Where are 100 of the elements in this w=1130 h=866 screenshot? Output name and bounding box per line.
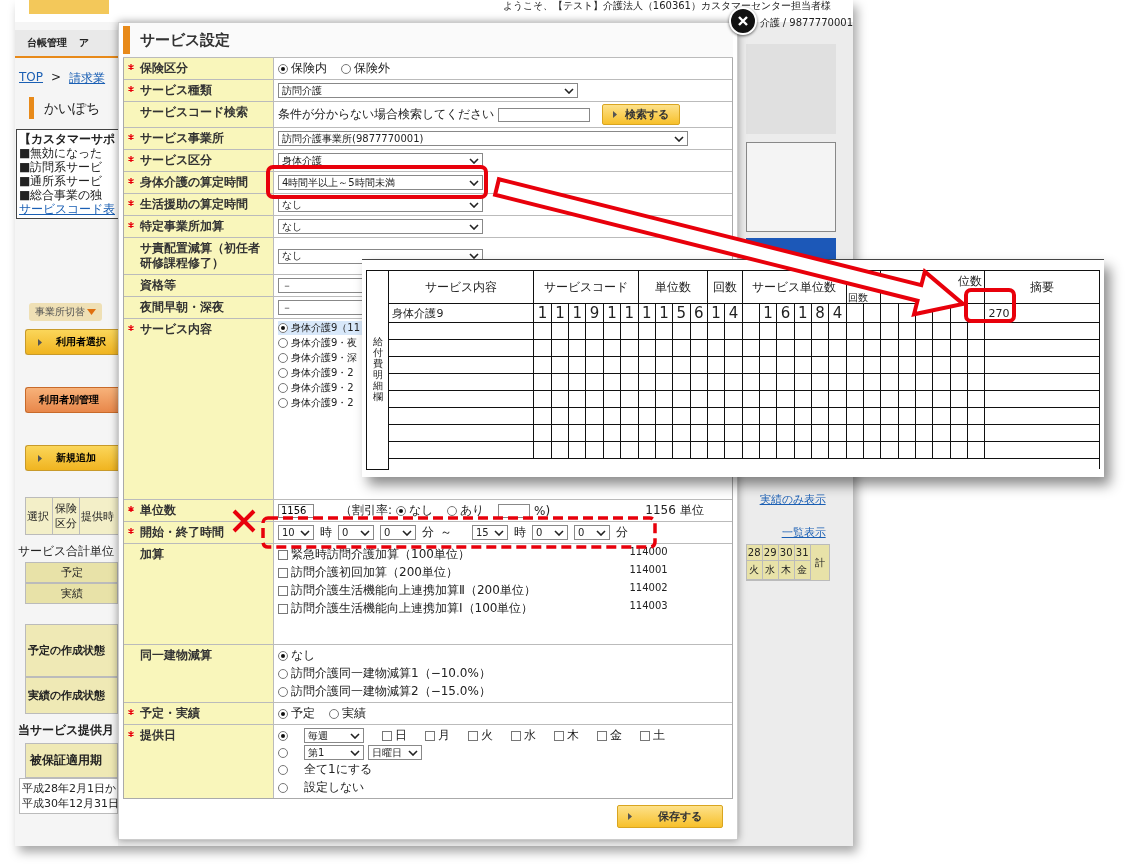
field-label: 生活援助の算定時間 [140,197,248,212]
notice-link[interactable]: サービスコード表 [19,202,116,216]
dropdown[interactable]: なし [278,219,483,234]
caret-icon [674,135,684,142]
table-header: 実績の作成状態 [25,677,118,714]
digit-cell: 1 [794,303,812,323]
table-header: 保険区分 [53,498,80,534]
radio-button[interactable] [278,353,288,363]
radio-label: 保険内 [291,60,327,77]
discount-label: （割引率: [340,502,393,519]
caret-icon [402,529,412,536]
checkbox[interactable] [425,730,435,741]
dropdown[interactable]: 第1 [304,745,364,760]
checkbox[interactable] [382,730,392,741]
field-label: 保険区分 [140,61,188,76]
radio-button[interactable] [278,730,288,741]
digit-cell: 1 [655,303,673,323]
digit-cell: 1 [568,303,586,323]
field-label: サービス内容 [140,322,212,337]
radio-button[interactable] [278,368,288,378]
checkbox[interactable] [640,730,650,741]
checkbox[interactable] [278,567,288,578]
radio-button[interactable] [278,764,288,775]
period-title: 当サービス提供月 [18,722,114,739]
page-title: かいぽち [29,97,100,119]
digit-cell: 6 [776,303,795,323]
checkbox[interactable] [554,730,564,741]
column-header: 摘要 [984,270,1100,304]
checkbox[interactable] [468,730,478,741]
digit-cell: 1 [533,303,552,323]
table-cell: 実績 [25,583,118,604]
side-button[interactable]: 新規追加 [25,445,118,471]
checkbox[interactable] [278,549,288,560]
total-label: サービス合計単位 [18,543,114,560]
dropdown[interactable]: 0 [574,525,610,540]
radio-button[interactable] [278,782,288,793]
breadcrumb-link[interactable]: TOP [19,70,43,87]
digit-cell: 9 [585,303,604,323]
radio-button[interactable] [278,708,288,719]
save-button[interactable]: 保存する [616,805,723,828]
dropdown[interactable]: 0 [380,525,416,540]
dropdown[interactable]: 10 [278,525,314,540]
radio-label: 実績 [342,705,366,722]
office-switch-button[interactable]: 事業所切替 [29,303,102,321]
radio-label: 身体介護9・夜 [291,336,358,350]
radio-button[interactable] [278,668,288,679]
dropdown[interactable]: 15 [472,525,508,540]
breadcrumb-link[interactable]: 請求業 [69,70,106,87]
nav-tab[interactable]: 台帳管理 [27,36,67,50]
notice-line: ■総合事業の独 [19,188,104,202]
units-field[interactable]: 1156 [278,503,314,518]
radio-button[interactable] [278,383,288,393]
search-field[interactable] [498,107,590,122]
column-header: 単位数 [638,270,708,304]
view-link[interactable]: 一覧表示 [781,525,826,540]
checkbox-label: 木 [567,727,579,744]
field-label: サービス事業所 [140,131,224,146]
caret-icon [300,529,310,536]
digit-cell: 8 [811,303,829,323]
caret-icon [469,157,479,164]
side-button[interactable]: 利用者選択 [25,329,118,355]
checkbox-label: 訪問介護生活機能向上連携加算Ⅱ（200単位） [291,582,536,599]
radio-button[interactable] [278,398,288,408]
checkbox[interactable] [597,730,607,741]
radio-button[interactable] [278,338,288,348]
radio-button[interactable] [341,63,351,74]
nav-tab[interactable]: ア [79,36,89,50]
radio-button[interactable] [278,650,288,661]
radio-button[interactable] [278,686,288,697]
radio-button[interactable] [447,505,458,516]
caret-icon [87,309,96,315]
account-text: 介護 / 9877770001 [759,16,853,30]
checkbox[interactable] [511,730,521,741]
radio-button[interactable] [329,708,339,719]
dropdown[interactable]: 0 [338,525,374,540]
dropdown[interactable]: 日曜日 [368,745,422,760]
calendar-weekday: 水 [762,561,779,580]
dropdown[interactable]: 訪問介護 [278,83,578,98]
radio-button[interactable] [396,505,407,516]
radio-button[interactable] [278,323,288,333]
radio-label: 身体介護9・2 [291,381,354,395]
digit-cell: 1 [638,303,656,323]
title-accent-bar [123,26,130,54]
search-button[interactable]: 検索する [602,104,680,125]
service-code: 114001 [629,564,668,577]
view-link[interactable]: 実績のみ表示 [759,492,826,507]
close-icon [737,16,748,26]
dropdown[interactable]: 4時間半以上～5時間未満 [278,175,483,190]
notice-line: ■訪問系サービ [19,160,104,174]
percent-label: %) [534,503,551,518]
discount-field[interactable] [498,503,531,518]
dropdown[interactable]: 訪問介護事業所(9877770001) [278,131,688,146]
radio-button[interactable] [278,63,288,74]
dropdown[interactable]: 毎週 [304,728,364,743]
radio-button[interactable] [278,747,288,758]
dropdown[interactable]: 0 [532,525,568,540]
checkbox[interactable] [278,603,288,614]
service-code: 114002 [629,582,668,595]
checkbox[interactable] [278,585,288,596]
side-button[interactable]: 利用者別管理 [25,387,118,413]
